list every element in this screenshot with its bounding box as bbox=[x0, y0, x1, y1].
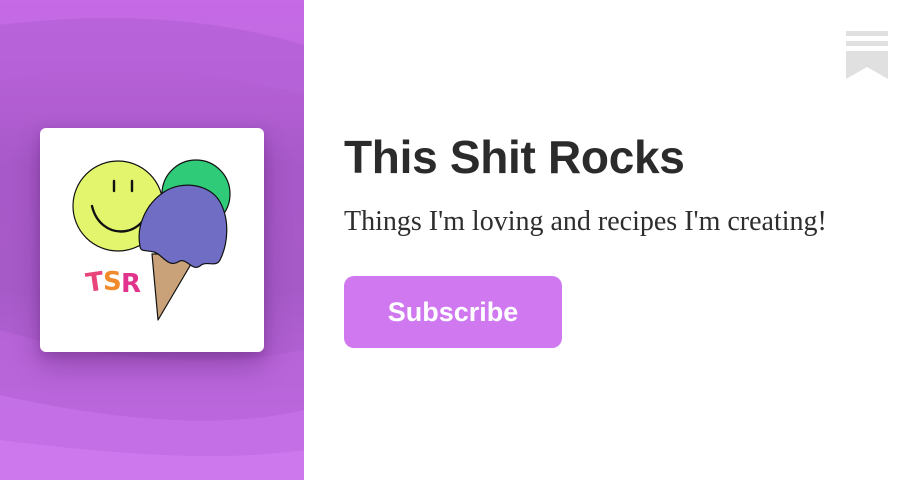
publication-details: This Shit Rocks Things I'm loving and re… bbox=[344, 0, 904, 480]
publication-logo[interactable]: T S R bbox=[40, 128, 264, 352]
logo-letter-s: S bbox=[103, 267, 122, 297]
publication-tagline: Things I'm loving and recipes I'm creati… bbox=[344, 206, 827, 237]
publication-title: This Shit Rocks bbox=[344, 131, 685, 183]
subscribe-button[interactable]: Subscribe bbox=[344, 276, 562, 348]
substack-bookmark-icon[interactable] bbox=[846, 31, 888, 79]
tsr-logo-image: T S R bbox=[72, 159, 231, 321]
cover-panel: T S R bbox=[0, 0, 304, 480]
publication-card: T S R This Shit Rocks Things I'm loving … bbox=[0, 0, 920, 480]
logo-letter-r: R bbox=[121, 269, 141, 299]
